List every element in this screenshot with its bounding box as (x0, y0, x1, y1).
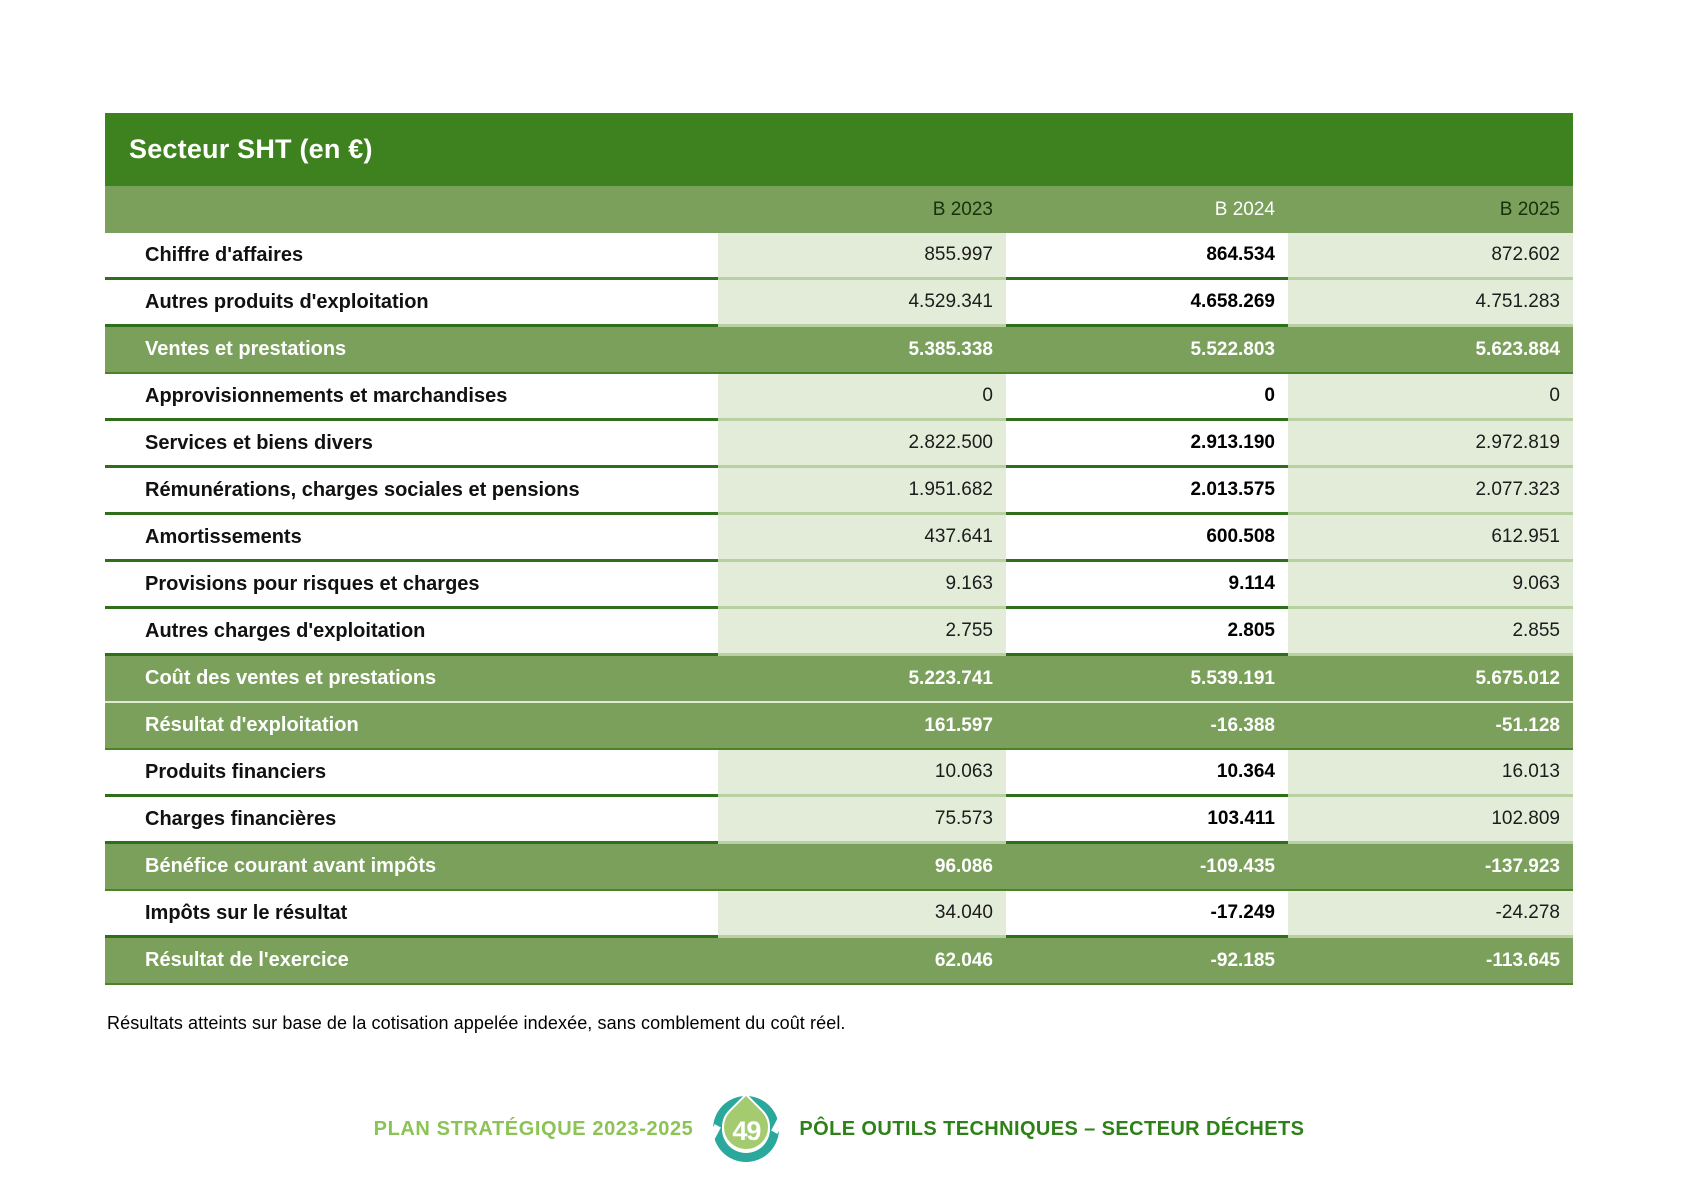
row-label: Approvisionnements et marchandises (105, 374, 718, 421)
header-spacer (105, 186, 718, 233)
row-label: Impôts sur le résultat (105, 891, 718, 938)
row-label: Chiffre d'affaires (105, 233, 718, 280)
cell-b2023: 2.755 (718, 609, 1006, 656)
table-row: Autres charges d'exploitation 2.755 2.805 2… (105, 609, 1573, 656)
cell-b2023: 161.597 (924, 714, 993, 736)
cell-b2024: -92.185 (1210, 949, 1275, 971)
table-row: Coût des ventes et prestations 5.223.741 5… (105, 656, 1573, 703)
page-number-badge: 49 (708, 1093, 785, 1162)
cell-b2024: 864.534 (1006, 233, 1288, 280)
footer-plan-title: PLAN STRATÉGIQUE 2023-2025 (373, 1117, 694, 1140)
cell-b2025: 2.855 (1288, 609, 1573, 656)
cell-b2023: 75.573 (718, 797, 1006, 844)
table-header-row: B 2023 B 2024 B 2025 (105, 186, 1573, 233)
cell-b2023: 34.040 (718, 891, 1006, 938)
cell-b2023: 1.951.682 (718, 468, 1006, 515)
cell-b2023: 5.385.338 (908, 338, 993, 360)
row-label: Résultat d'exploitation (145, 714, 359, 736)
row-label: Bénéfice courant avant impôts (145, 855, 437, 877)
table-row: Résultat de l'exercice 62.046 -92.185 -113.… (105, 938, 1573, 985)
row-label: Produits financiers (105, 750, 718, 797)
table-row: Rémunérations, charges sociales et pensi… (105, 468, 1573, 515)
cell-b2025: -113.645 (1486, 949, 1560, 971)
cell-b2025: 102.809 (1288, 797, 1573, 844)
financial-table: Secteur SHT (en €) B 2023 B 2024 B 2025 … (105, 113, 1573, 985)
column-header-b2025: B 2025 (1499, 198, 1560, 220)
row-label: Charges financières (105, 797, 718, 844)
cell-b2025: 16.013 (1288, 750, 1573, 797)
table-title: Secteur SHT (en €) (129, 134, 373, 164)
table-row: Ventes et prestations 5.385.338 5.522.803 5… (105, 327, 1573, 374)
table-row: Résultat d'exploitation 161.597 -16.388 -51… (105, 703, 1573, 750)
table-row: Approvisionnements et marchandises 0 0 0 (105, 374, 1573, 421)
row-label: Rémunérations, charges sociales et pensi… (105, 468, 718, 515)
table-row: Services et biens divers 2.822.500 2.913.1… (105, 421, 1573, 468)
cell-b2023: 9.163 (718, 562, 1006, 609)
cell-b2023: 10.063 (718, 750, 1006, 797)
cell-b2024: 600.508 (1006, 515, 1288, 562)
table-row: Provisions pour risques et charges 9.163 9… (105, 562, 1573, 609)
cell-b2023: 4.529.341 (718, 280, 1006, 327)
column-header-b2023: B 2023 (932, 198, 993, 220)
cell-b2023: 2.822.500 (718, 421, 1006, 468)
cell-b2024: 0 (1006, 374, 1288, 421)
cell-b2024: 9.114 (1006, 562, 1288, 609)
row-label: Coût des ventes et prestations (145, 667, 437, 689)
page-footer: PLAN STRATÉGIQUE 2023-2025 49 PÔLE OUTIL… (105, 1093, 1573, 1162)
cell-b2024: -16.388 (1210, 714, 1275, 736)
table-row: Autres produits d'exploitation 4.529.341 4… (105, 280, 1573, 327)
table-row: Amortissements 437.641 600.508 612.951 (105, 515, 1573, 562)
cell-b2025: 9.063 (1288, 562, 1573, 609)
row-label: Amortissements (105, 515, 718, 562)
cell-b2025: 2.077.323 (1288, 468, 1573, 515)
cell-b2024: -109.435 (1199, 855, 1275, 877)
cell-b2025: 5.623.884 (1475, 338, 1560, 360)
cell-b2025: -51.128 (1495, 714, 1560, 736)
row-label: Services et biens divers (105, 421, 718, 468)
footer-section-title: PÔLE OUTILS TECHNIQUES – SECTEUR DÉCHETS (799, 1117, 1305, 1140)
cell-b2025: -24.278 (1288, 891, 1573, 938)
footnote: Résultats atteints sur base de la cotisa… (107, 1013, 846, 1033)
table-row: Chiffre d'affaires 855.997 864.534 872.602 (105, 233, 1573, 280)
cell-b2024: 2.013.575 (1006, 468, 1288, 515)
cell-b2025: 612.951 (1288, 515, 1573, 562)
table-title-bar: Secteur SHT (en €) (105, 113, 1573, 186)
table-row: Impôts sur le résultat 34.040 -17.249 -24.2… (105, 891, 1573, 938)
table-row: Bénéfice courant avant impôts 96.086 -109.… (105, 844, 1573, 891)
cell-b2025: 872.602 (1288, 233, 1573, 280)
cell-b2025: 4.751.283 (1288, 280, 1573, 327)
cell-b2023: 855.997 (718, 233, 1006, 280)
cell-b2023: 0 (718, 374, 1006, 421)
row-label: Autres charges d'exploitation (105, 609, 718, 656)
row-label: Ventes et prestations (145, 338, 347, 360)
cell-b2024: 103.411 (1006, 797, 1288, 844)
row-label: Autres produits d'exploitation (105, 280, 718, 327)
cell-b2025: 2.972.819 (1288, 421, 1573, 468)
cell-b2023: 62.046 (934, 949, 993, 971)
row-label: Résultat de l'exercice (145, 949, 349, 971)
cell-b2024: 2.913.190 (1006, 421, 1288, 468)
cell-b2025: 5.675.012 (1475, 667, 1560, 689)
cell-b2024: 5.522.803 (1190, 338, 1275, 360)
cell-b2025: 0 (1288, 374, 1573, 421)
page-content: Secteur SHT (en €) B 2023 B 2024 B 2025 … (105, 113, 1573, 1162)
table-body: Chiffre d'affaires 855.997 864.534 872.602 A… (105, 233, 1573, 985)
row-label: Provisions pour risques et charges (105, 562, 718, 609)
column-header-b2024: B 2024 (1214, 198, 1275, 220)
cell-b2024: 4.658.269 (1006, 280, 1288, 327)
cell-b2023: 96.086 (934, 855, 993, 877)
cell-b2023: 5.223.741 (908, 667, 993, 689)
table-row: Produits financiers 10.063 10.364 16.013 (105, 750, 1573, 797)
cell-b2024: 2.805 (1006, 609, 1288, 656)
cell-b2024: -17.249 (1006, 891, 1288, 938)
page-number: 49 (732, 1115, 761, 1146)
cell-b2024: 5.539.191 (1190, 667, 1275, 689)
table-row: Charges financières 75.573 103.411 102.809 (105, 797, 1573, 844)
cell-b2024: 10.364 (1006, 750, 1288, 797)
cell-b2023: 437.641 (718, 515, 1006, 562)
cell-b2025: -137.923 (1484, 855, 1560, 877)
